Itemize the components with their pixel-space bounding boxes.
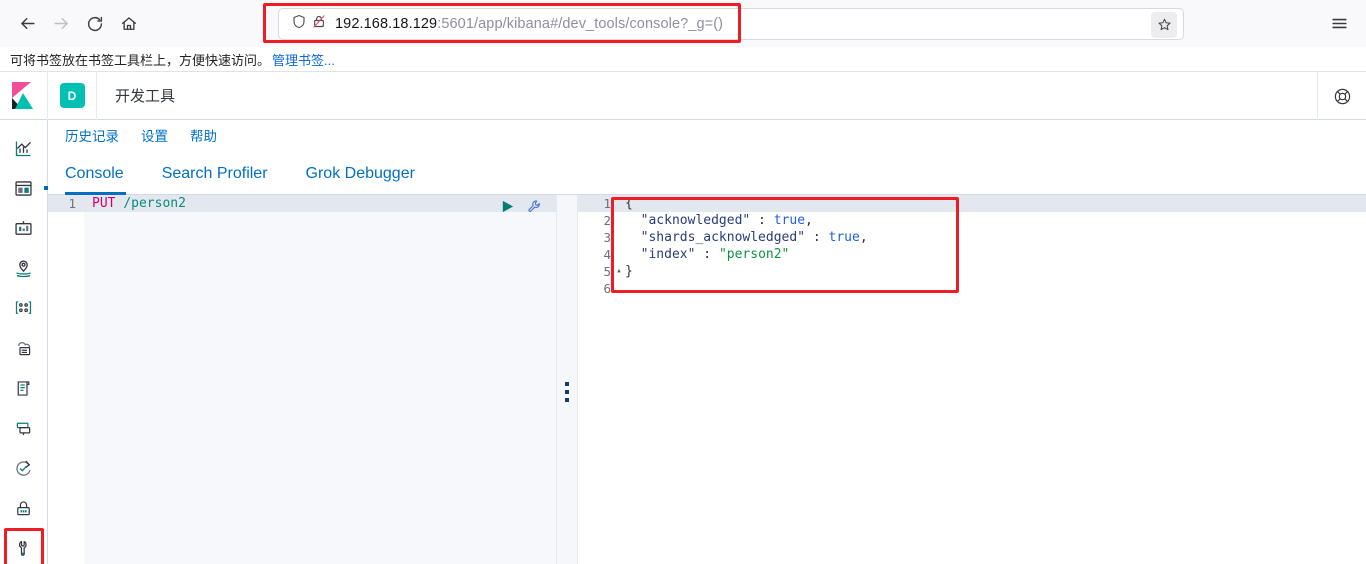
request-editor-pane[interactable]: 1 PUT /person2 [48,195,556,564]
play-run-request-icon[interactable] [500,199,515,218]
response-line-number: 6 [603,281,611,296]
response-value-shards-acknowledged: true [828,230,860,245]
sidebar-item-canvas[interactable] [0,208,48,248]
kibana-logo-icon[interactable] [0,71,48,120]
url-text: 192.168.18.129:5601/app/kibana#/dev_tool… [335,16,723,32]
url-path: :5601/app/kibana#/dev_tools/console?_g=(… [437,15,724,32]
request-code-line: PUT /person2 [84,195,556,212]
life-ring-help-icon[interactable] [1317,72,1366,120]
address-bar-icons [287,13,335,35]
response-code-line: "shards_acknowledged" : true, [615,229,1366,246]
forward-arrow-icon [44,7,78,41]
nav-link-history[interactable]: 历史记录 [65,125,119,145]
sidebar-item-machine-learning[interactable] [0,288,48,328]
url-host: 192.168.18.129 [335,15,438,32]
request-gutter: 1 [48,195,84,564]
tab-grok-debugger[interactable]: Grok Debugger [306,165,435,194]
bookmark-hint-bar: 可将书签放在书签工具栏上，方便快速访问。 管理书签... [0,47,1366,72]
dev-tools-nav-links: 历史记录 设置 帮助 [48,120,1366,150]
response-line-number: 1▾ [578,195,622,212]
response-code-line: "index" : "person2" [615,246,1366,263]
page-title: 开发工具 [115,88,176,105]
response-code-line: "acknowledged" : true, [615,212,1366,229]
sidebar-item-dashboard[interactable] [0,168,48,208]
response-code-line: { [615,195,1366,212]
sidebar-item-dev-tools[interactable] [3,528,44,564]
response-gutter: 1▾ 2 3 4 5▴ 6 [578,195,622,564]
kibana-body: 历史记录 设置 帮助 Console Search Profiler Grok … [0,120,1366,564]
response-code-line: } [615,263,1366,280]
response-code-line [615,280,1366,297]
response-key-acknowledged: "acknowledged" [640,213,751,228]
sidebar-item-analytics[interactable] [0,128,48,168]
request-path: /person2 [123,196,186,211]
address-bar[interactable]: 192.168.18.129:5601/app/kibana#/dev_tool… [278,7,1184,40]
star-icon[interactable] [1151,11,1177,38]
response-comma: , [859,230,868,245]
kibana-header: D 开发工具 [0,71,1366,120]
sidebar-item-maps[interactable] [0,248,48,288]
response-brace-close: } [625,264,633,279]
home-icon[interactable] [112,7,146,41]
response-line-number: 3 [603,230,611,245]
response-value-acknowledged: true [773,213,806,228]
wrench-actions-icon[interactable] [527,199,542,218]
response-line-number: 5 ▴ [578,263,621,280]
panel-splitter[interactable] [556,195,578,564]
response-key-index: "index" [640,247,696,262]
vertical-drag-handle-icon[interactable] [565,382,569,402]
space-badge-cell[interactable]: D [48,71,97,120]
address-bar-area: 192.168.18.129:5601/app/kibana#/dev_tool… [146,7,1316,41]
request-line-number: 1 [48,195,84,212]
response-line-number-text: 1 [603,196,611,211]
bookmark-hint-text: 可将书签放在书签工具栏上，方便快速访问。 [10,52,271,68]
shield-icon[interactable] [291,13,307,35]
response-editor-pane[interactable]: 1▾ 2 3 4 5▴ 6 { "acknowledged" : true, "… [578,195,1366,564]
console-panels: 1 PUT /person2 1 2 3 4 5 ▴ 6 {"acknowle… [48,195,1366,564]
reload-icon[interactable] [78,7,112,41]
lock-crossed-icon[interactable] [311,13,327,35]
response-line-number: 2 [603,213,611,228]
kibana-sidebar [0,120,48,564]
response-colon: : [750,213,774,228]
response-colon: : [695,247,719,262]
sidebar-item-apm[interactable] [0,408,48,448]
back-arrow-icon[interactable] [10,7,44,41]
browser-toolbar: 192.168.18.129:5601/app/kibana#/dev_tool… [0,0,1366,47]
response-value-index: "person2" [718,247,790,262]
tab-console[interactable]: Console [65,165,144,195]
response-colon: : [805,230,829,245]
sidebar-item-infrastructure[interactable] [0,328,48,368]
tab-search-profiler[interactable]: Search Profiler [162,165,288,194]
request-code-area[interactable]: PUT /person2 [84,195,556,564]
hamburger-menu-icon[interactable] [1322,7,1356,41]
kibana-main: 历史记录 设置 帮助 Console Search Profiler Grok … [48,120,1366,564]
manage-bookmarks-link[interactable]: 管理书签... [272,50,335,69]
response-code-area[interactable]: { "acknowledged" : true, "shards_acknowl… [615,195,1366,564]
request-actions [500,199,542,218]
response-comma: , [805,213,813,228]
sidebar-item-logs[interactable] [0,368,48,408]
nav-link-help[interactable]: 帮助 [190,125,217,145]
space-badge[interactable]: D [59,83,85,108]
response-key-shards-acknowledged: "shards_acknowledged" [640,230,806,245]
dev-tools-tabs: Console Search Profiler Grok Debugger [48,150,1366,195]
nav-link-settings[interactable]: 设置 [141,125,168,145]
response-line-number: 4 [603,247,611,262]
request-method: PUT [92,196,116,211]
response-line-number-text: 5 [603,264,611,279]
sidebar-item-siem[interactable] [0,488,48,528]
sidebar-item-uptime[interactable] [0,448,48,488]
response-brace-open: { [625,196,633,211]
